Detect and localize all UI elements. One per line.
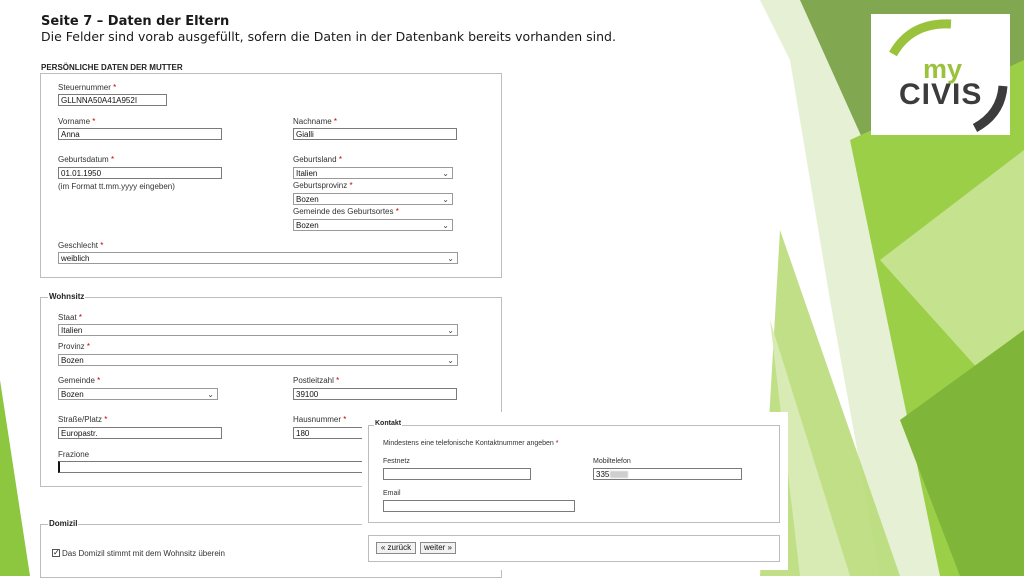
birthdate-label: Geburtsdatum * — [58, 155, 115, 164]
birthtown-select[interactable]: Bozen ⌄ — [293, 219, 453, 231]
domicile-section-title: Domizil — [48, 519, 79, 528]
firstname-label: Vorname * — [58, 117, 96, 126]
birthdate-input[interactable]: 01.01.1950 — [58, 167, 222, 179]
email-label: Email — [383, 490, 401, 497]
birthtown-label: Gemeinde des Geburtsortes * — [293, 207, 399, 216]
street-input[interactable]: Europastr. — [58, 427, 222, 439]
birthprovince-select[interactable]: Bozen ⌄ — [293, 193, 453, 205]
chevron-down-icon: ⌄ — [447, 326, 454, 335]
chevron-down-icon: ⌄ — [447, 356, 454, 365]
lastname-label: Nachname * — [293, 117, 338, 126]
domicile-same-checkbox[interactable]: ✓ — [52, 549, 60, 557]
chevron-down-icon: ⌄ — [442, 169, 449, 178]
contact-note: Mindestens eine telefonische Kontaktnumm… — [383, 440, 559, 447]
lastname-input[interactable]: Gialli — [293, 128, 457, 140]
residence-section-title: Wohnsitz — [48, 292, 86, 301]
state-label: Staat * — [58, 313, 83, 322]
mobile-label: Mobiltelefon — [593, 458, 631, 465]
chevron-down-icon: ⌄ — [447, 254, 454, 263]
municipality-select[interactable]: Bozen ⌄ — [58, 388, 218, 400]
mobile-input[interactable]: 335 — [593, 468, 742, 480]
firstname-input[interactable]: Anna — [58, 128, 222, 140]
next-button[interactable]: weiter » — [420, 542, 456, 554]
chevron-down-icon: ⌄ — [442, 221, 449, 230]
province-label: Provinz * — [58, 342, 91, 351]
birthdate-hint: (im Format tt.mm.yyyy eingeben) — [58, 182, 175, 191]
birthprovince-label: Geburtsprovinz * — [293, 181, 353, 190]
redacted-blur — [610, 471, 629, 479]
contact-section-title: Kontakt — [374, 420, 403, 427]
chevron-down-icon: ⌄ — [207, 390, 214, 399]
landline-input[interactable] — [383, 468, 531, 480]
province-select[interactable]: Bozen ⌄ — [58, 354, 458, 366]
street-label: Straße/Platz * — [58, 415, 108, 424]
tax-input[interactable]: GLLNNA50A41A952I — [58, 94, 167, 106]
tax-label: Steuernummer * — [58, 83, 117, 92]
email-input[interactable] — [383, 500, 575, 512]
contact-form: Kontakt Mindestens eine telefonische Kon… — [362, 412, 788, 570]
mother-section-title: PERSÖNLICHE DATEN DER MUTTER — [40, 63, 184, 72]
fraction-label: Frazione — [58, 450, 90, 459]
logo-civis: CIVIS — [899, 78, 983, 111]
birthcountry-label: Geburtsland * — [293, 155, 342, 164]
zip-label: Postleitzahl * — [293, 376, 340, 385]
fraction-input[interactable] — [58, 461, 378, 473]
gender-select[interactable]: weiblich ⌄ — [58, 252, 458, 264]
gender-label: Geschlecht * — [58, 241, 104, 250]
slide-subtitle: Die Felder sind vorab ausgefüllt, sofern… — [41, 29, 616, 44]
housenr-input[interactable]: 180 — [293, 427, 373, 439]
state-select[interactable]: Italien ⌄ — [58, 324, 458, 336]
housenr-label: Hausnummer * — [293, 415, 347, 424]
birthcountry-select[interactable]: Italien ⌄ — [293, 167, 453, 179]
municipality-label: Gemeinde * — [58, 376, 101, 385]
mycivis-logo: my CIVIS — [871, 14, 1010, 135]
zip-input[interactable]: 39100 — [293, 388, 457, 400]
chevron-down-icon: ⌄ — [442, 195, 449, 204]
back-button[interactable]: « zurück — [376, 542, 416, 554]
landline-label: Festnetz — [383, 458, 410, 465]
slide-title: Seite 7 – Daten der Eltern — [41, 14, 230, 29]
domicile-same-label: Das Domizil stimmt mit dem Wohnsitz über… — [62, 549, 226, 558]
